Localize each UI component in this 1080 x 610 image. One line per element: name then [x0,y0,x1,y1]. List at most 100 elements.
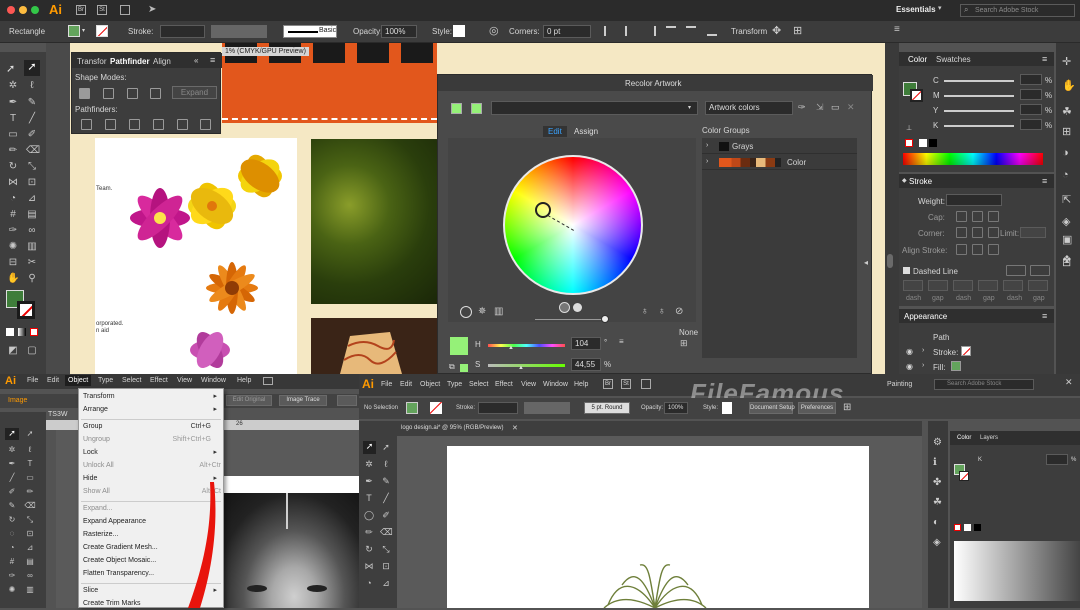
globe-icon[interactable]: ◎ [489,24,499,37]
panel-menu-icon[interactable]: ≡ [1042,176,1047,186]
black-swatch[interactable] [929,139,937,147]
selection-tool[interactable]: ➚ [6,62,20,76]
menu-type[interactable]: Type [447,381,462,388]
menu-type[interactable]: Type [98,377,113,384]
divide-icon[interactable] [81,119,92,130]
mesh-tool[interactable]: # [7,209,19,221]
info-icon[interactable]: ℹ [933,457,937,468]
trace-options-button[interactable] [337,395,357,406]
line-tool[interactable]: ╱ [26,113,38,125]
square-cap-icon[interactable] [988,211,999,222]
expand-arrow-icon[interactable]: › [922,362,924,369]
menu-file[interactable]: File [27,377,38,384]
top-right-scrollbar[interactable] [887,254,893,268]
type-tool[interactable]: T [363,492,375,504]
shape-builder-tool[interactable]: ◔ [363,577,375,589]
h-slider-knob[interactable]: ▲ [508,345,514,351]
rotate-tool[interactable]: ↻ [6,514,18,526]
workspace-switcher[interactable]: Essentials [896,5,936,14]
menu-edit[interactable]: Edit [47,377,59,384]
panel-menu-icon[interactable]: ≡ [1042,311,1047,321]
bottom-right-doc-tab[interactable]: logo design.ai* @ 95% (RGB/Preview) [401,425,503,431]
fill-dropdown-icon[interactable]: ▾ [82,27,85,34]
color-wheel[interactable] [503,155,643,295]
menu-file[interactable]: File [381,381,392,388]
rectangle-tool[interactable]: ▭ [24,472,36,484]
lasso-tool[interactable]: ℓ [380,458,392,470]
rectangle-tool[interactable]: ▭ [7,129,19,141]
type-tool[interactable]: T [7,113,19,125]
channel-c-input[interactable] [1020,74,1042,85]
smooth-wheel-icon[interactable] [460,306,472,318]
round-cap-icon[interactable] [972,211,983,222]
swap-none-icon[interactable]: ⊥ [906,124,912,132]
perspective-tool[interactable]: ⊿ [24,542,36,554]
type-tool[interactable]: T [24,458,36,470]
line-tool[interactable]: ╱ [6,472,18,484]
tab-color[interactable]: Color [908,55,927,64]
export-icon[interactable]: ⇱ [1062,193,1071,206]
menu-item-group[interactable]: Group Ctrl+G [79,420,221,433]
trim-icon[interactable] [105,119,116,130]
bottom-right-search[interactable]: Search Adobe Stock [934,379,1034,390]
direct-selection-tool[interactable]: ➚ [24,428,36,440]
symbol-sprayer-tool[interactable]: ✺ [6,584,18,596]
brush-definition[interactable]: Basic [283,25,337,38]
miter-join-icon[interactable] [956,227,967,238]
free-transform-tool[interactable]: ⊡ [24,528,36,540]
unlink-harmony-icon[interactable]: ⊘ [675,306,683,317]
menu-item-transform[interactable]: Transform ▸ [79,390,221,403]
preferences-button[interactable]: Preferences [798,402,836,414]
isolate-icon[interactable]: ⊞ [793,24,802,37]
panel-menu-icon[interactable]: ≡ [210,55,215,65]
selection-tool[interactable]: ➚ [363,441,376,454]
eraser-tool[interactable]: ⌫ [26,145,40,157]
curvature-tool[interactable]: ✎ [380,475,392,487]
s-input[interactable]: 44,55 [571,358,601,371]
bevel-join-icon[interactable] [988,227,999,238]
grid-icon[interactable] [120,5,130,15]
graph-tool[interactable]: ▥ [26,241,38,253]
tab-align[interactable]: Align [153,57,171,66]
stock-search-input[interactable]: Search Adobe Stock [960,4,1075,17]
color-guide-icon[interactable]: ✛ [1062,55,1071,68]
h-slider[interactable] [488,344,565,347]
artboard-tool[interactable]: ⊟ [7,257,19,269]
shaper-tool[interactable]: ✏ [363,526,375,538]
blob-brush-tool[interactable]: ✎ [6,500,18,512]
align-inside-stroke-icon[interactable] [972,244,983,255]
align-top-icon[interactable] [666,26,676,36]
tab-edit[interactable]: Edit [543,126,567,137]
add-color-icon[interactable]: ♁ [641,306,649,317]
dash-3-input[interactable] [1003,280,1023,291]
layers-icon[interactable]: ◈ [1062,215,1070,228]
hand-tool[interactable]: ✋ [7,273,19,285]
grid-icon[interactable] [641,379,651,389]
line-tool[interactable]: ╱ [380,492,392,504]
arrange-icon[interactable]: ⊞ [843,402,851,413]
menu-object[interactable]: Object [420,381,440,388]
intersect-icon[interactable] [127,88,138,99]
merge-icon[interactable] [129,119,140,130]
direct-selection-tool[interactable]: ➚ [24,60,40,76]
segmented-wheel-icon[interactable]: ✵ [478,306,486,317]
menu-item-unlock-all[interactable]: Unlock All Alt+Ctr [79,459,221,472]
gradient-tool[interactable]: ▤ [26,209,38,221]
align-center-stroke-icon[interactable] [956,244,967,255]
menu-window[interactable]: Window [201,377,226,384]
pencil-tool[interactable]: ✏ [24,486,36,498]
color-stroke-box[interactable] [910,89,923,102]
channel-y-slider[interactable] [944,110,1014,112]
eraser-tool[interactable]: ⌫ [24,500,36,512]
transform-link[interactable]: Transform [731,27,767,36]
menu-effect[interactable]: Effect [495,381,513,388]
menu-effect[interactable]: Effect [150,377,168,384]
rotate-tool[interactable]: ↻ [7,161,19,173]
channel-c-slider[interactable] [944,80,1014,82]
menu-help[interactable]: Help [237,377,251,384]
dashed-line-checkbox[interactable] [903,267,910,274]
rotate-tool[interactable]: ↻ [363,543,375,555]
transform-move-icon[interactable]: ✥ [772,24,781,37]
opacity-input[interactable]: 100% [664,402,688,414]
paintbrush-tool[interactable]: ✐ [6,486,18,498]
